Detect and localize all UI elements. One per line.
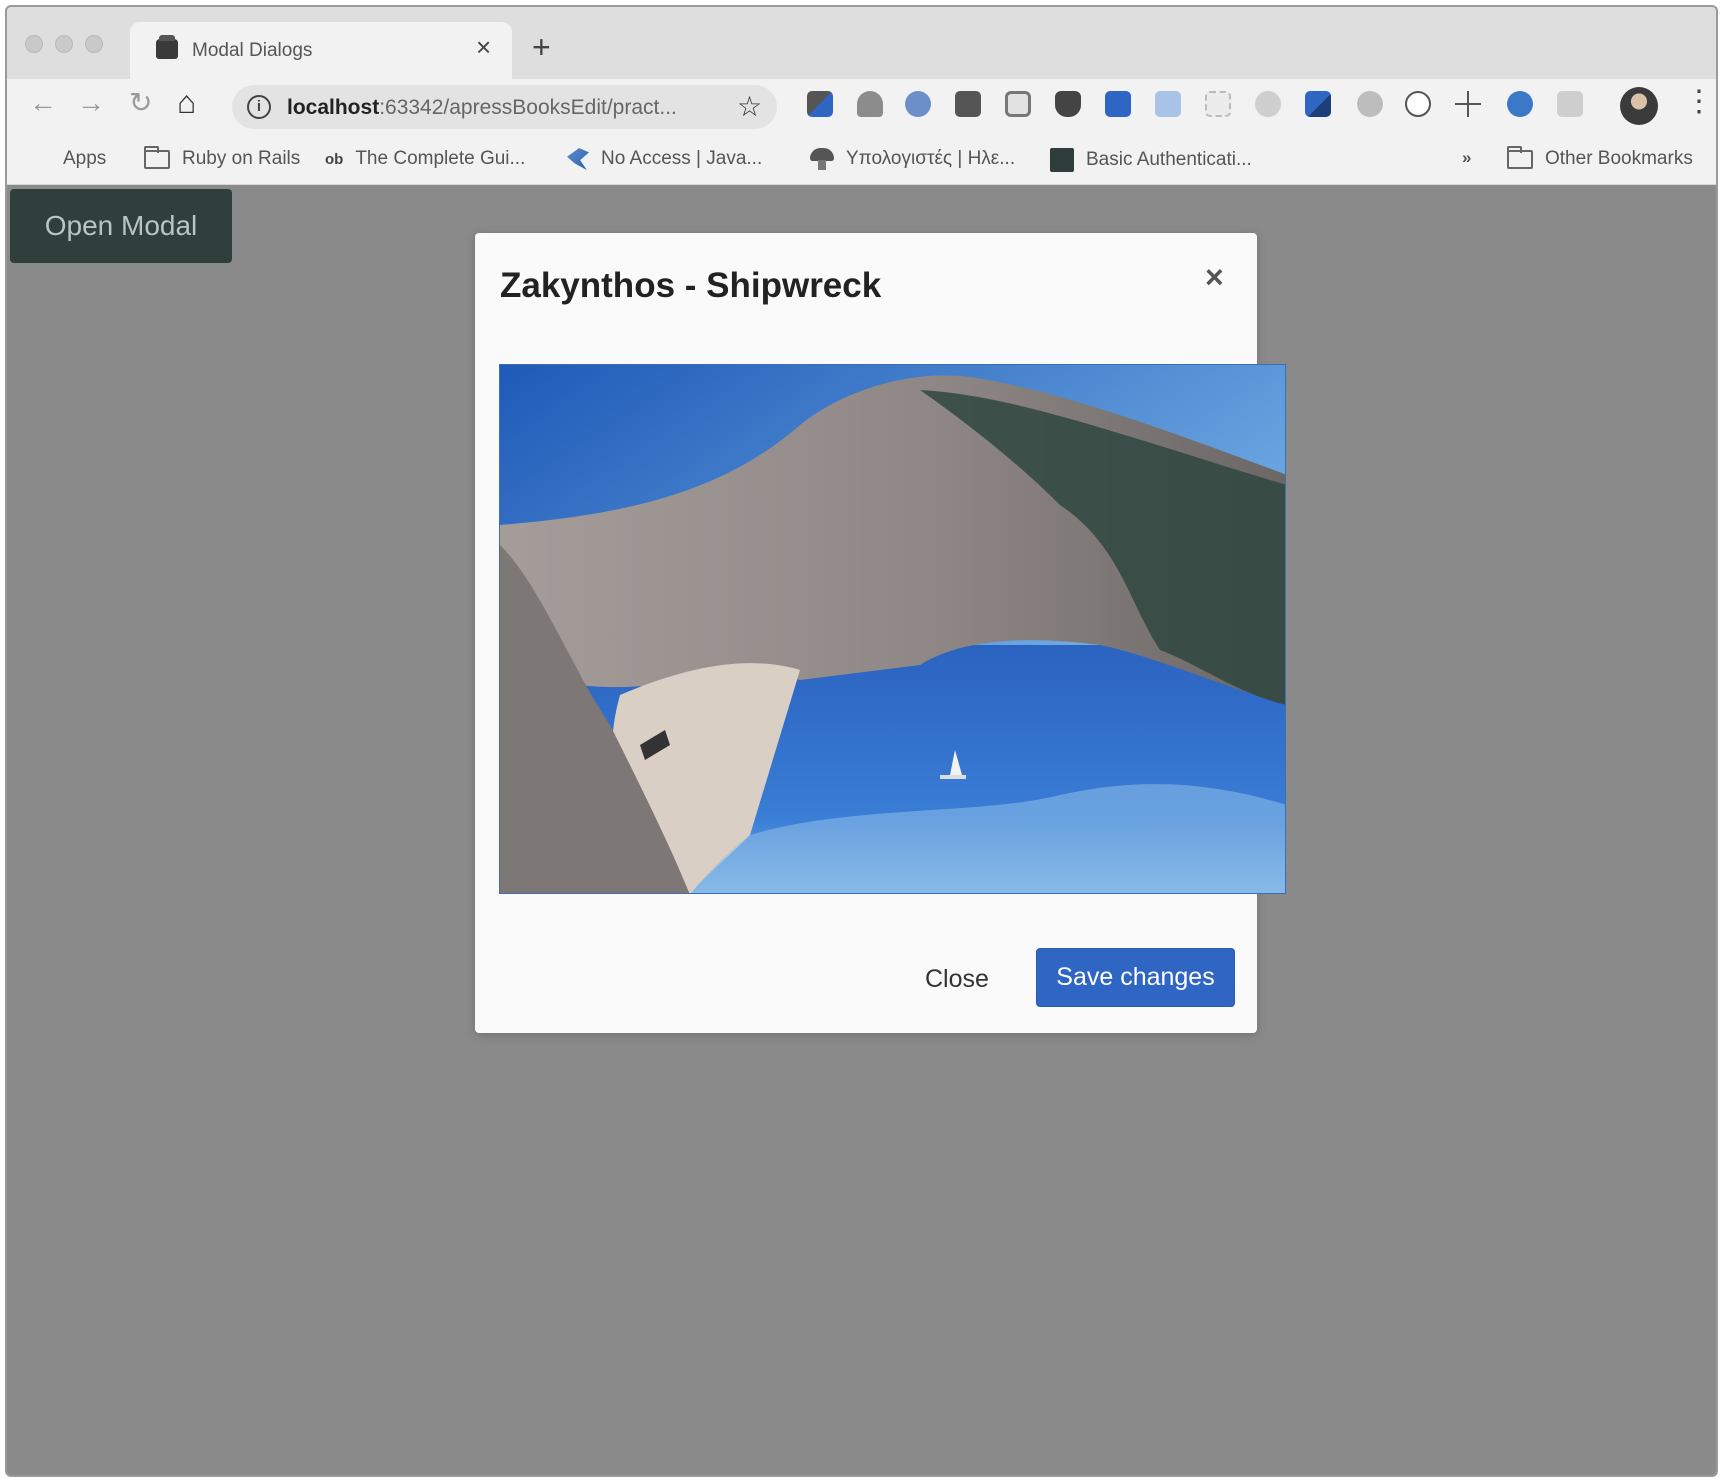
bookmark-apps[interactable]: Apps: [29, 148, 106, 170]
home-icon[interactable]: ⌂: [177, 86, 196, 118]
bookmark-label: The Complete Gui...: [355, 148, 526, 169]
extension-chat-icon[interactable]: [1255, 91, 1281, 117]
bookmark-label: Basic Authenticati...: [1086, 149, 1252, 170]
extension-info-icon[interactable]: [905, 91, 931, 117]
modal-dialog: Zakynthos - Shipwreck × Close Save chang…: [475, 233, 1286, 1033]
extension-download-icon[interactable]: [1105, 91, 1131, 117]
bird-logo-icon: [567, 148, 589, 170]
url-text: localhost:63342/apressBooksEdit/pract...: [287, 96, 677, 119]
browser-toolbar: ← → ↻ ⌂ i localhost:63342/apressBooksEdi…: [7, 79, 1716, 137]
shipwreck-photo: [499, 364, 1286, 894]
site-logo-icon: [1050, 148, 1074, 172]
folder-icon: [1507, 145, 1533, 169]
bookmark-basic-authentication[interactable]: Basic Authenticati...: [1050, 148, 1252, 172]
extension-a-icon[interactable]: [1405, 91, 1431, 117]
bookmark-no-access-java[interactable]: No Access | Java...: [567, 148, 762, 170]
reload-icon[interactable]: ↻: [129, 89, 152, 117]
bookmark-other-bookmarks[interactable]: Other Bookmarks: [1507, 145, 1693, 170]
chevron-double-right-icon: »: [1462, 148, 1472, 167]
open-modal-button[interactable]: Open Modal: [10, 189, 232, 263]
tab-title: Modal Dialogs: [192, 40, 313, 61]
bookmarks-bar: Apps Ruby on Rails ob The Complete Gui..…: [7, 137, 1716, 185]
window-minimize-dot[interactable]: [55, 35, 73, 53]
bookmark-ypologistes[interactable]: Υπολογιστές | Ηλε...: [810, 148, 1015, 170]
extension-dollar-icon[interactable]: [1507, 91, 1533, 117]
apps-grid-icon: [29, 148, 51, 170]
ob-logo-icon: ob: [325, 150, 344, 168]
bookmark-ruby-on-rails[interactable]: Ruby on Rails: [144, 145, 301, 170]
bookmark-label: Υπολογιστές | Ηλε...: [846, 148, 1016, 169]
tab-favicon-icon: [156, 35, 178, 59]
tab-modal-dialogs[interactable]: Modal Dialogs ×: [130, 22, 512, 79]
bookmark-star-icon[interactable]: ☆: [737, 90, 762, 123]
browser-menu-icon[interactable]: ⋮: [1684, 87, 1714, 117]
extension-globe-icon[interactable]: [1357, 91, 1383, 117]
extension-move-icon[interactable]: [1455, 91, 1481, 117]
page-overlay[interactable]: Open Modal Zakynthos - Shipwreck × Close…: [7, 186, 1716, 1475]
bookmark-label: Apps: [63, 148, 107, 169]
extension-user-icon[interactable]: [857, 91, 883, 117]
extension-folder-icon[interactable]: [1155, 91, 1181, 117]
bookmark-label: No Access | Java...: [601, 148, 763, 169]
site-info-icon[interactable]: i: [247, 95, 271, 119]
extension-pocket-icon[interactable]: [1055, 91, 1081, 117]
modal-title: Zakynthos - Shipwreck: [500, 266, 882, 305]
folder-icon: [144, 145, 170, 169]
extension-camera-icon[interactable]: [1005, 91, 1031, 117]
address-bar[interactable]: i localhost:63342/apressBooksEdit/pract.…: [232, 85, 777, 129]
window-zoom-dot[interactable]: [85, 35, 103, 53]
window-close-dot[interactable]: [25, 35, 43, 53]
extension-cast-icon[interactable]: [1557, 91, 1583, 117]
browser-window: Modal Dialogs × + ← → ↻ ⌂ i localhost:63…: [5, 5, 1718, 1477]
shipwreck-photo-illustration: [500, 365, 1285, 893]
extension-badge-icon[interactable]: [1305, 91, 1331, 117]
back-icon[interactable]: ←: [29, 89, 57, 117]
close-button[interactable]: Close: [925, 965, 989, 994]
bookmark-label: Ruby on Rails: [182, 148, 301, 169]
bookmarks-overflow[interactable]: »: [1462, 148, 1471, 168]
bookmark-label: Other Bookmarks: [1545, 148, 1693, 169]
extension-pen-icon[interactable]: [807, 91, 833, 117]
tab-close-icon[interactable]: ×: [476, 34, 491, 60]
new-tab-icon[interactable]: +: [532, 31, 551, 63]
mushroom-logo-icon: [810, 148, 834, 170]
forward-icon[interactable]: →: [77, 89, 105, 117]
tab-strip: Modal Dialogs × +: [7, 7, 1716, 79]
bookmark-complete-guide[interactable]: ob The Complete Gui...: [325, 148, 525, 170]
save-changes-button[interactable]: Save changes: [1036, 948, 1235, 1007]
close-icon[interactable]: ×: [1205, 261, 1224, 293]
profile-avatar[interactable]: [1620, 87, 1658, 125]
extension-c-icon[interactable]: [955, 91, 981, 117]
extension-blank-icon[interactable]: [1205, 91, 1231, 117]
